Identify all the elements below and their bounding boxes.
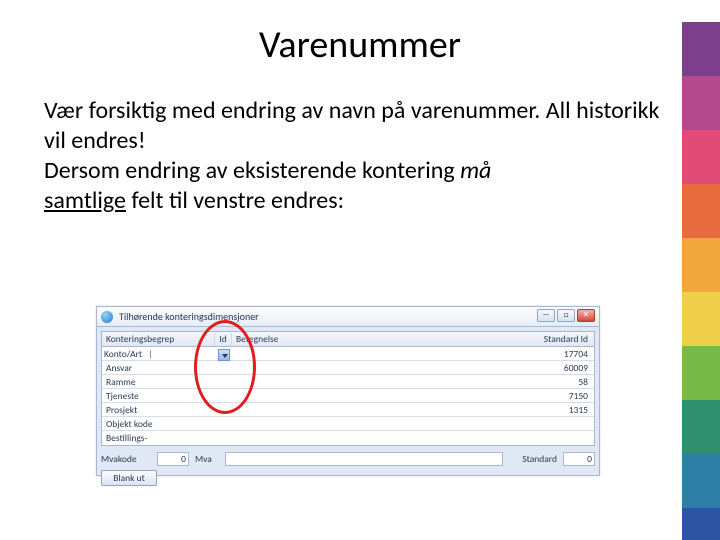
bottom-row: Mvakode 0 Mva Standard 0 <box>101 452 595 466</box>
body-line-3b: felt til venstre endres: <box>126 186 344 215</box>
cell-label: Ramme <box>102 376 232 388</box>
cell-standard-id: 1315 <box>492 404 594 416</box>
mvakode-label: Mvakode <box>101 453 151 465</box>
cell-label: Ansvar <box>102 362 232 374</box>
header-betegnelse: Betegnelse <box>232 333 492 345</box>
table-row: Prosjekt 1315 <box>102 403 594 417</box>
table-row: Konto/Art | 17704 <box>102 347 594 361</box>
body-line-2a: Dersom endring av eksisterende kontering <box>44 156 460 185</box>
mva-input[interactable] <box>225 452 503 466</box>
cell-label: Prosjekt <box>102 404 232 416</box>
cell-label: Tjeneste <box>102 390 232 402</box>
cell-standard-id: 17704 <box>492 348 594 360</box>
standard-input[interactable]: 0 <box>563 452 595 466</box>
window-controls: — □ ✕ <box>537 309 595 322</box>
dialog-window: Tilhørende konteringsdimensjoner — □ ✕ K… <box>96 306 600 476</box>
header-konteringsbegrep: Konteringsbegrep <box>102 333 214 345</box>
cell-label: Objekt kode <box>102 418 232 430</box>
body-line-3a: samtlige <box>44 186 126 215</box>
table-row: Objekt kode <box>102 417 594 431</box>
dialog-title: Tilhørende konteringsdimensjoner <box>119 310 259 323</box>
app-icon <box>101 311 113 323</box>
cell-standard-id: 60009 <box>492 362 594 374</box>
decorative-stripes <box>682 22 720 540</box>
close-button[interactable]: ✕ <box>577 309 595 322</box>
table-row: Ramme 58 <box>102 375 594 389</box>
maximize-button[interactable]: □ <box>557 309 575 322</box>
minimize-button[interactable]: — <box>537 309 555 322</box>
header-id: Id <box>214 333 232 345</box>
dimensions-table: Konteringsbegrep Id Betegnelse Standard … <box>101 331 595 446</box>
table-row: Bestillings- <box>102 431 594 445</box>
body-line-2b: må <box>460 156 491 185</box>
table-header: Konteringsbegrep Id Betegnelse Standard … <box>102 332 594 347</box>
cell-standard-id: 58 <box>492 376 594 388</box>
table-row: Tjeneste 7150 <box>102 389 594 403</box>
cell-standard-id: 7150 <box>492 390 594 402</box>
slide: Varenummer Vær forsiktig med endring av … <box>0 22 720 540</box>
chevron-down-icon <box>218 349 230 361</box>
standard-label: Standard <box>509 453 557 465</box>
cell-label: Konto/Art <box>104 348 142 360</box>
body-line-1: Vær forsiktig med endring av navn på var… <box>44 96 659 155</box>
cell-label: Bestillings- <box>102 432 232 444</box>
mvakode-input[interactable]: 0 <box>157 452 189 466</box>
blank-ut-button[interactable]: Blank ut <box>101 470 157 486</box>
dialog-titlebar: Tilhørende konteringsdimensjoner — □ ✕ <box>97 307 599 327</box>
slide-body: Vær forsiktig med endring av navn på var… <box>44 96 660 216</box>
mva-label: Mva <box>195 453 219 465</box>
header-standard-id: Standard Id <box>492 333 594 345</box>
table-row: Ansvar 60009 <box>102 361 594 375</box>
slide-title: Varenummer <box>0 22 720 68</box>
dialog-body: Konteringsbegrep Id Betegnelse Standard … <box>97 327 599 490</box>
konto-art-dropdown[interactable]: Konto/Art | <box>102 348 232 360</box>
